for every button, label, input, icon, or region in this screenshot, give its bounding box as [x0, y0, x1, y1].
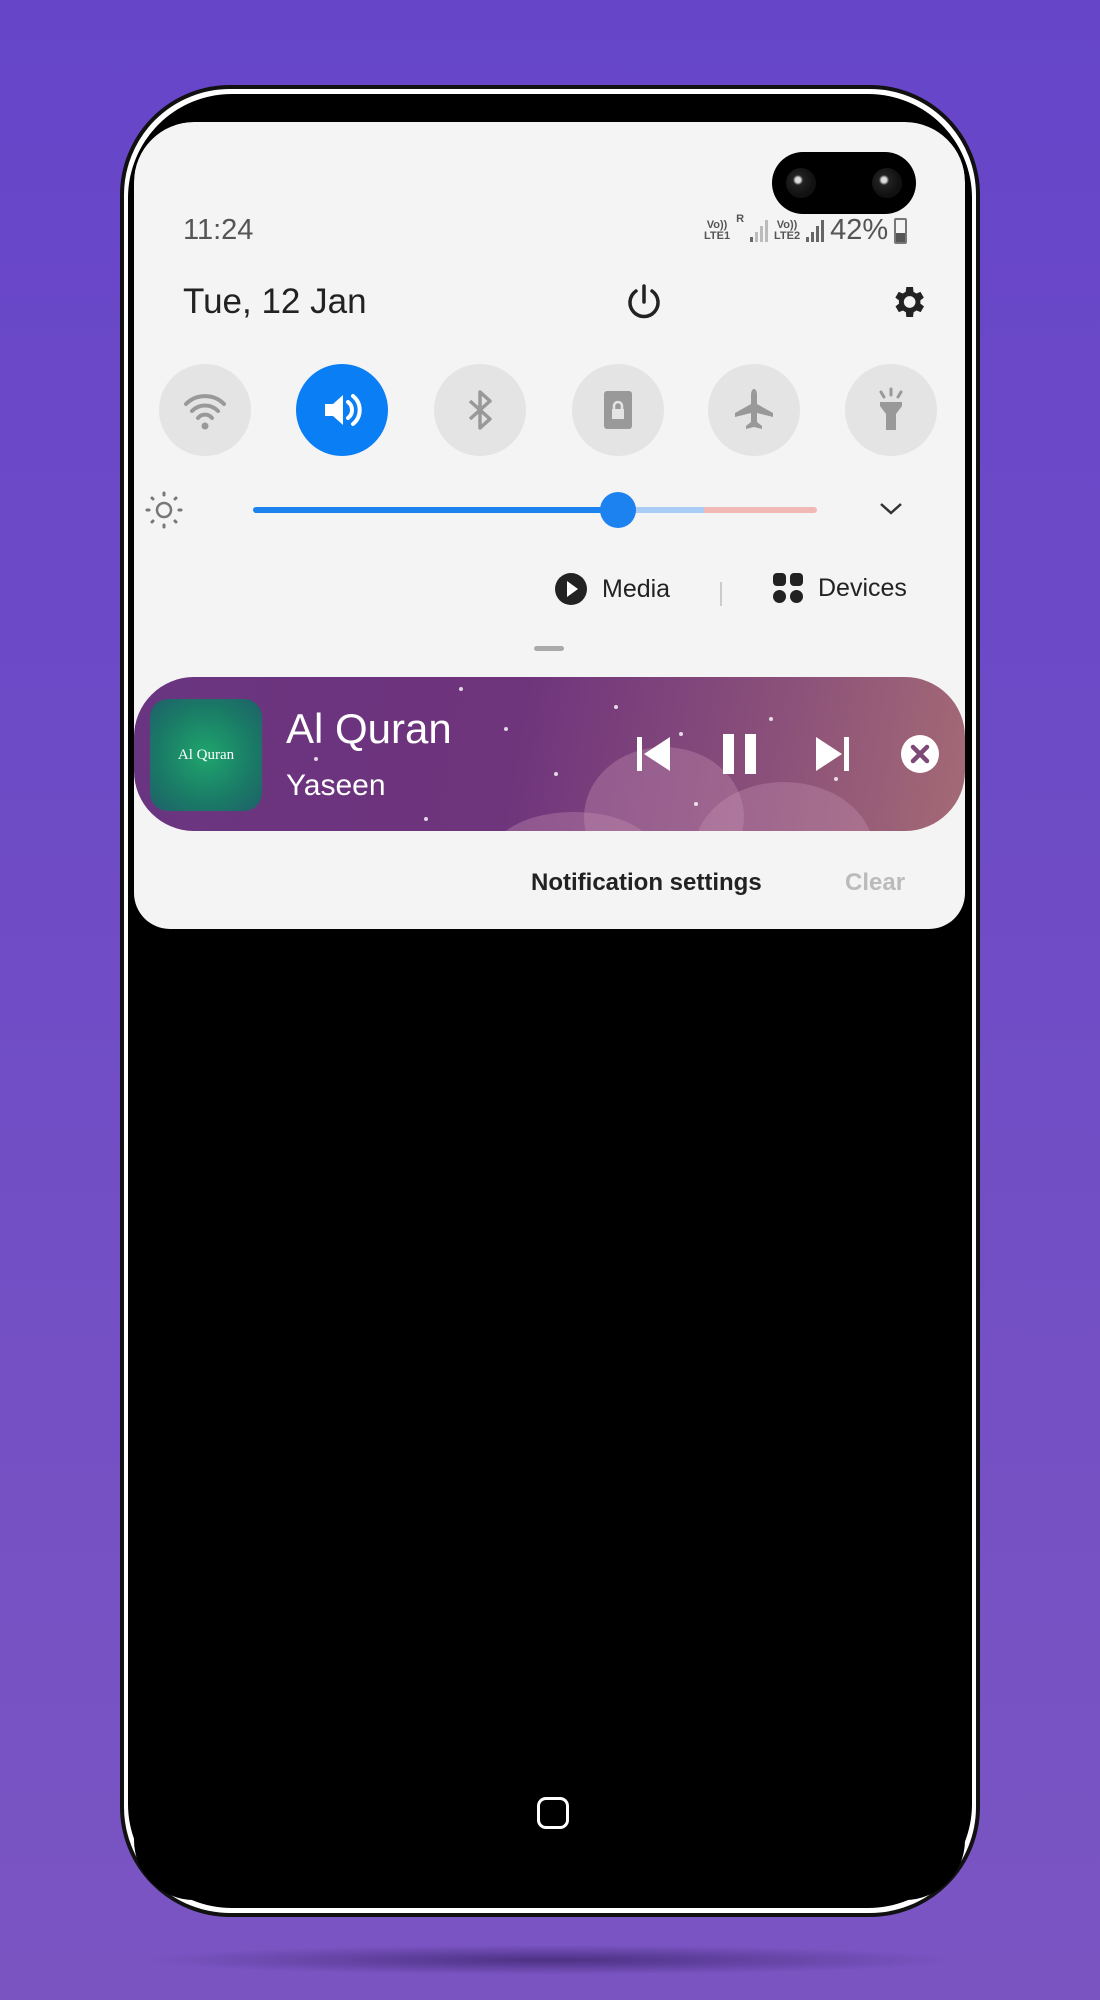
devices-button[interactable]: Devices	[772, 572, 907, 604]
devices-icon	[773, 573, 803, 603]
status-icons: Vo)) LTE1 R Vo)) LTE2 42%	[704, 213, 908, 247]
notification-subtitle: Yaseen	[286, 769, 386, 802]
devices-label: Devices	[818, 573, 907, 602]
camera-lens	[872, 168, 902, 198]
notification-settings-button[interactable]: Notification settings	[531, 869, 762, 897]
signal-icon	[806, 219, 825, 242]
flashlight-icon	[879, 387, 903, 430]
next-button[interactable]	[812, 733, 852, 780]
rotation-lock-toggle[interactable]	[572, 364, 664, 456]
sim1-indicator: Vo)) LTE1	[704, 218, 731, 242]
wifi-toggle[interactable]	[159, 364, 251, 456]
bluetooth-icon	[468, 390, 492, 430]
power-icon[interactable]	[624, 282, 664, 327]
wifi-icon	[184, 394, 226, 430]
settings-icon[interactable]	[888, 282, 928, 327]
brightness-icon	[142, 488, 186, 537]
pause-icon	[723, 734, 756, 774]
skip-previous-icon	[637, 737, 670, 771]
expand-chevron-icon[interactable]	[876, 496, 906, 525]
sound-toggle[interactable]	[296, 364, 388, 456]
clear-button[interactable]: Clear	[845, 869, 905, 897]
airplane-icon	[735, 389, 773, 429]
sim2-indicator: Vo)) LTE2	[774, 218, 801, 242]
airplane-toggle[interactable]	[708, 364, 800, 456]
date: Tue, 12 Jan	[183, 282, 367, 321]
rotation-lock-icon	[604, 391, 632, 429]
battery-percent: 42%	[830, 214, 889, 246]
battery-icon	[894, 217, 908, 244]
previous-button[interactable]	[634, 733, 674, 780]
media-label: Media	[602, 574, 671, 603]
skip-next-icon	[816, 737, 849, 771]
clock: 11:24	[183, 214, 254, 246]
phone-shadow	[140, 1945, 960, 1975]
play-circle-icon	[555, 573, 587, 605]
close-icon	[901, 735, 939, 773]
drag-handle[interactable]	[534, 646, 564, 651]
camera-lens	[786, 168, 816, 198]
camera-cutout	[772, 152, 916, 214]
divider	[720, 582, 722, 606]
brightness-slider[interactable]	[253, 507, 817, 513]
bluetooth-toggle[interactable]	[434, 364, 526, 456]
flashlight-toggle[interactable]	[845, 364, 937, 456]
roaming-indicator: R	[736, 213, 745, 225]
brightness-slider-thumb[interactable]	[600, 492, 636, 528]
home-button[interactable]	[537, 1797, 569, 1829]
volume-icon	[325, 394, 362, 426]
notification-panel: 11:24 Vo)) LTE1 R Vo)) LTE2 42% Tue, 12 Ja…	[134, 122, 965, 929]
close-button[interactable]	[900, 734, 940, 779]
notification-title: Al Quran	[286, 705, 452, 752]
media-notification[interactable]: Al Quran Al Quran Yaseen	[134, 677, 965, 831]
phone-screen: 11:24 Vo)) LTE1 R Vo)) LTE2 42% Tue, 12 Ja…	[134, 122, 965, 1900]
media-button[interactable]: Media	[554, 572, 670, 606]
signal-icon	[750, 219, 769, 242]
app-icon: Al Quran	[150, 699, 262, 811]
pause-button[interactable]	[720, 731, 760, 782]
